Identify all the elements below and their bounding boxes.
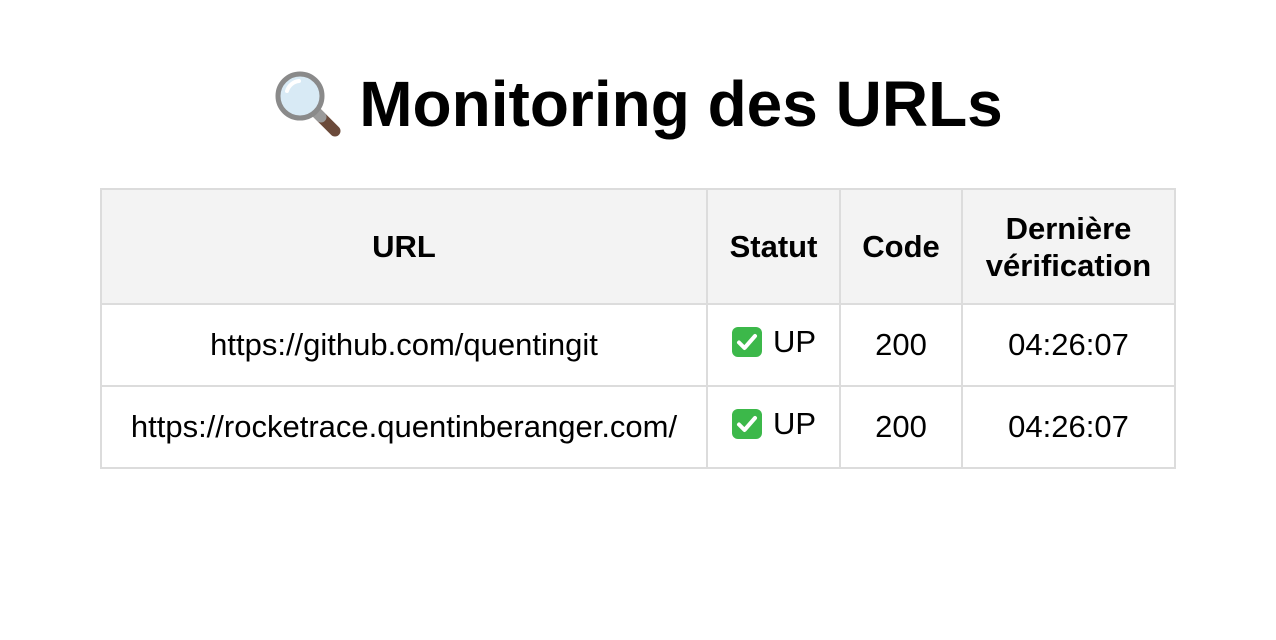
page-title: Monitoring des URLs [273,64,1003,144]
column-header-status: Statut [706,188,841,305]
green-checkmark-icon [731,326,763,358]
title-row: Monitoring des URLs [0,64,1276,144]
column-header-url: URL [100,188,708,305]
status-indicator: UP [731,406,816,442]
last-check-cell: 04:26:07 [961,385,1176,469]
status-text: UP [772,324,817,359]
table-row: https://github.com/quentingit UP 200 04:… [100,303,1176,387]
table-header: URL Statut Code Dernière vérification [100,188,1176,305]
url-cell: https://github.com/quentingit [100,303,708,387]
status-text: UP [772,406,817,441]
green-checkmark-icon [731,408,763,440]
status-cell: UP [706,385,841,469]
header-row: URL Statut Code Dernière vérification [100,188,1176,305]
status-indicator: UP [731,324,816,360]
monitoring-page: Monitoring des URLs URL Statut Code Dern… [0,0,1276,640]
magnifying-glass-icon [273,69,343,139]
code-cell: 200 [839,385,963,469]
url-monitor-table: URL Statut Code Dernière vérification ht… [100,188,1176,469]
last-check-cell: 04:26:07 [961,303,1176,387]
table-body: https://github.com/quentingit UP 200 04:… [100,303,1176,469]
status-cell: UP [706,303,841,387]
url-cell: https://rocketrace.quentinberanger.com/ [100,385,708,469]
column-header-code: Code [839,188,963,305]
code-cell: 200 [839,303,963,387]
table-row: https://rocketrace.quentinberanger.com/ … [100,385,1176,469]
page-title-text: Monitoring des URLs [359,68,1003,140]
column-header-last-check: Dernière vérification [961,188,1176,305]
